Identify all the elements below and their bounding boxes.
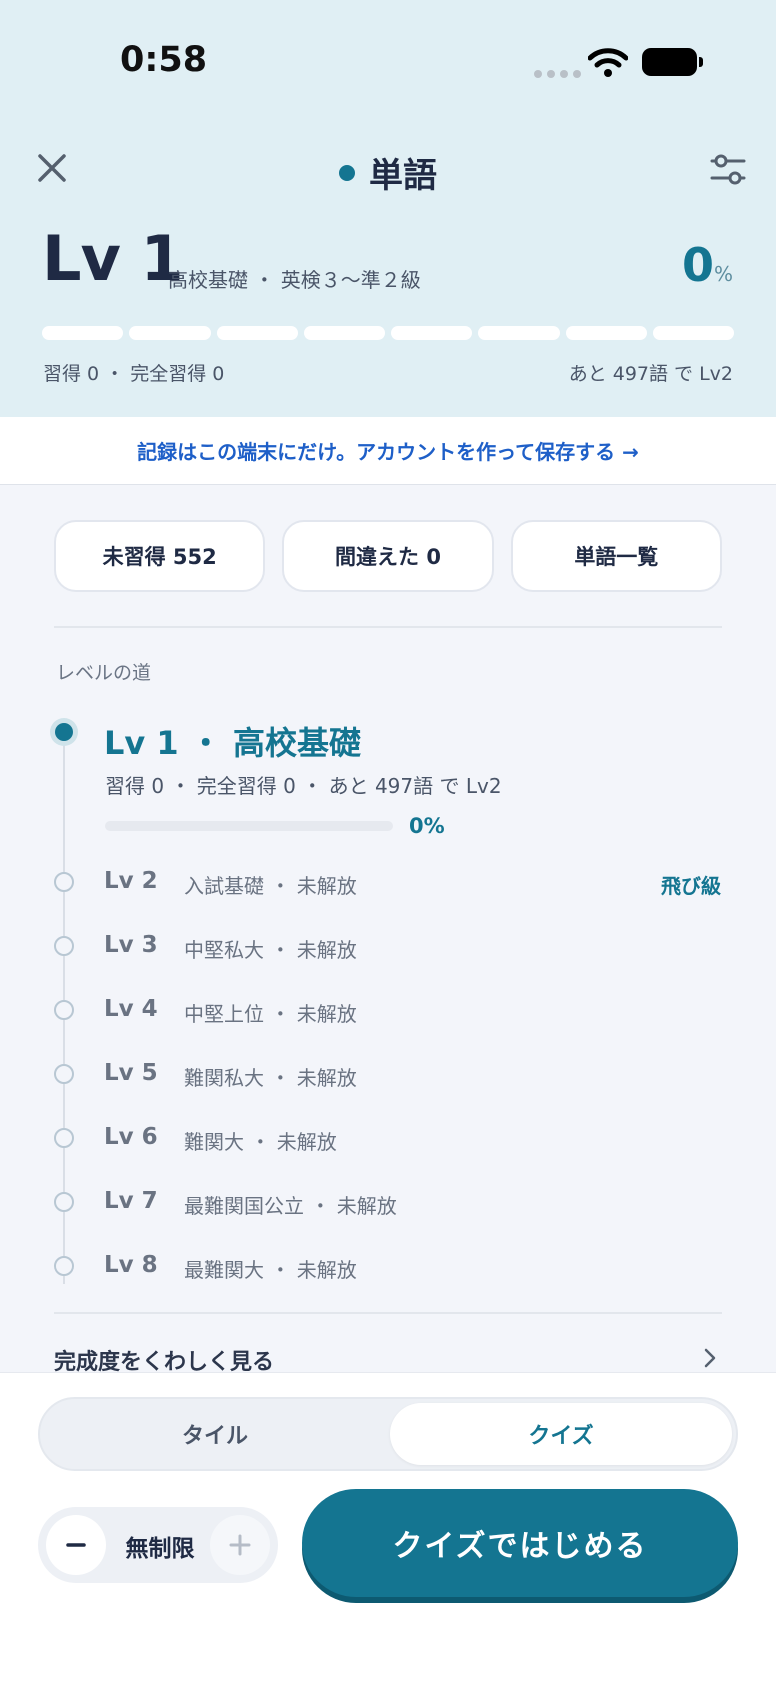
level-number: Lv 5 xyxy=(104,1060,158,1086)
mastery-stats: 習得 0 ・ 完全習得 0 xyxy=(43,363,225,385)
plus-icon xyxy=(229,1534,251,1556)
progress-segment xyxy=(129,326,211,340)
unlearned-words-button[interactable]: 未習得 552 xyxy=(54,520,266,592)
mode-quiz-option[interactable]: クイズ xyxy=(390,1403,732,1465)
level-description: 難関私大 ・ 未解放 xyxy=(184,1066,357,1090)
level-number: Lv 7 xyxy=(104,1188,158,1214)
status-bar: 0:58 xyxy=(0,0,776,110)
progress-segment xyxy=(216,326,298,340)
mistaken-words-button[interactable]: 間違えた 0 xyxy=(282,520,494,592)
level-number: Lv 4 xyxy=(104,996,158,1022)
question-count-value: 無制限 xyxy=(125,1536,195,1562)
start-quiz-button[interactable]: クイズではじめる xyxy=(302,1489,738,1597)
current-level-progress-bar xyxy=(105,821,393,831)
level-number: Lv 2 xyxy=(104,868,158,894)
battery-icon xyxy=(642,48,703,76)
current-level-percent: 0% xyxy=(409,814,445,838)
level-row-3[interactable]: Lv 3 中堅私大 ・ 未解放 xyxy=(0,926,776,966)
level-path-heading: レベルの道 xyxy=(56,662,152,684)
level-row-6[interactable]: Lv 6 難関大 ・ 未解放 xyxy=(0,1118,776,1158)
locked-level-node-icon xyxy=(54,936,74,956)
current-level-stats: 習得 0 ・ 完全習得 0 ・ あと 497語 で Lv2 xyxy=(105,774,502,798)
divider xyxy=(54,626,722,628)
current-level-subtitle: 高校基礎 ・ 英検３～準２級 xyxy=(168,268,421,292)
level-row-2[interactable]: Lv 2 入試基礎 ・ 未解放 飛び級 xyxy=(0,862,776,902)
level-number: Lv 6 xyxy=(104,1124,158,1150)
locked-level-node-icon xyxy=(54,1128,74,1148)
page-title-group: 単語 xyxy=(0,148,776,197)
wifi-icon xyxy=(588,48,628,77)
level-percent-value: 0 xyxy=(681,238,714,292)
level-percent-sign: % xyxy=(713,262,733,286)
filter-chips: 未習得 552 間違えた 0 単語一覧 xyxy=(54,520,722,592)
progress-segment xyxy=(565,326,647,340)
progress-segment xyxy=(391,326,473,340)
cellular-signal-icon xyxy=(534,70,581,78)
page-title: 単語 xyxy=(369,156,437,196)
progress-segment xyxy=(303,326,385,340)
progress-segment xyxy=(42,326,124,340)
increase-button[interactable] xyxy=(210,1515,270,1575)
locked-level-node-icon xyxy=(54,1000,74,1020)
level-description: 中堅上位 ・ 未解放 xyxy=(184,1002,357,1026)
current-level-label: Lv 1 xyxy=(42,222,184,295)
progress-segment xyxy=(478,326,560,340)
title-dot-icon xyxy=(339,164,355,181)
bottom-action-panel: タイル クイズ 無制限 クイズではじめる xyxy=(0,1372,776,1688)
minus-icon xyxy=(66,1543,86,1547)
current-level-title: Lv 1 ・ 高校基礎 xyxy=(104,724,361,762)
level-row-8[interactable]: Lv 8 最難関大 ・ 未解放 xyxy=(0,1246,776,1286)
level-number: Lv 8 xyxy=(104,1252,158,1278)
progress-segment xyxy=(652,326,734,340)
question-count-stepper: 無制限 xyxy=(38,1507,278,1583)
locked-level-node-icon xyxy=(54,1256,74,1276)
level-description: 最難関大 ・ 未解放 xyxy=(184,1258,357,1282)
header: 0:58 単語 Lv 1 高校基礎 ・ 英検３～準２級 0% 習得 0 ・ 完全… xyxy=(0,0,776,417)
chevron-right-icon xyxy=(704,1348,716,1368)
locked-level-node-icon xyxy=(54,872,74,892)
level-description: 難関大 ・ 未解放 xyxy=(184,1130,337,1154)
mode-tile-option[interactable]: タイル xyxy=(44,1403,386,1465)
level-description: 中堅私大 ・ 未解放 xyxy=(184,938,357,962)
skip-level-button[interactable]: 飛び級 xyxy=(661,870,721,899)
divider xyxy=(54,1312,722,1314)
status-time: 0:58 xyxy=(120,40,208,80)
words-to-next-level: あと 497語 で Lv2 xyxy=(568,363,733,385)
current-level-node-icon xyxy=(50,718,78,746)
decrease-button[interactable] xyxy=(46,1515,106,1575)
level-row-7[interactable]: Lv 7 最難関国公立 ・ 未解放 xyxy=(0,1182,776,1222)
level-row-4[interactable]: Lv 4 中堅上位 ・ 未解放 xyxy=(0,990,776,1030)
settings-sliders-icon[interactable] xyxy=(708,150,748,190)
locked-level-node-icon xyxy=(54,1064,74,1084)
level-description: 最難関国公立 ・ 未解放 xyxy=(184,1194,397,1218)
locked-level-node-icon xyxy=(54,1192,74,1212)
level-percent: 0% xyxy=(682,238,733,292)
level-row-5[interactable]: Lv 5 難関私大 ・ 未解放 xyxy=(0,1054,776,1094)
mode-toggle: タイル クイズ xyxy=(38,1397,738,1471)
level-description: 入試基礎 ・ 未解放 xyxy=(184,874,357,898)
level-progress-segments xyxy=(42,326,734,340)
create-account-link[interactable]: 記録はこの端末にだけ。アカウントを作って保存する → xyxy=(0,417,776,485)
level-number: Lv 3 xyxy=(104,932,158,958)
word-list-button[interactable]: 単語一覧 xyxy=(510,520,722,592)
